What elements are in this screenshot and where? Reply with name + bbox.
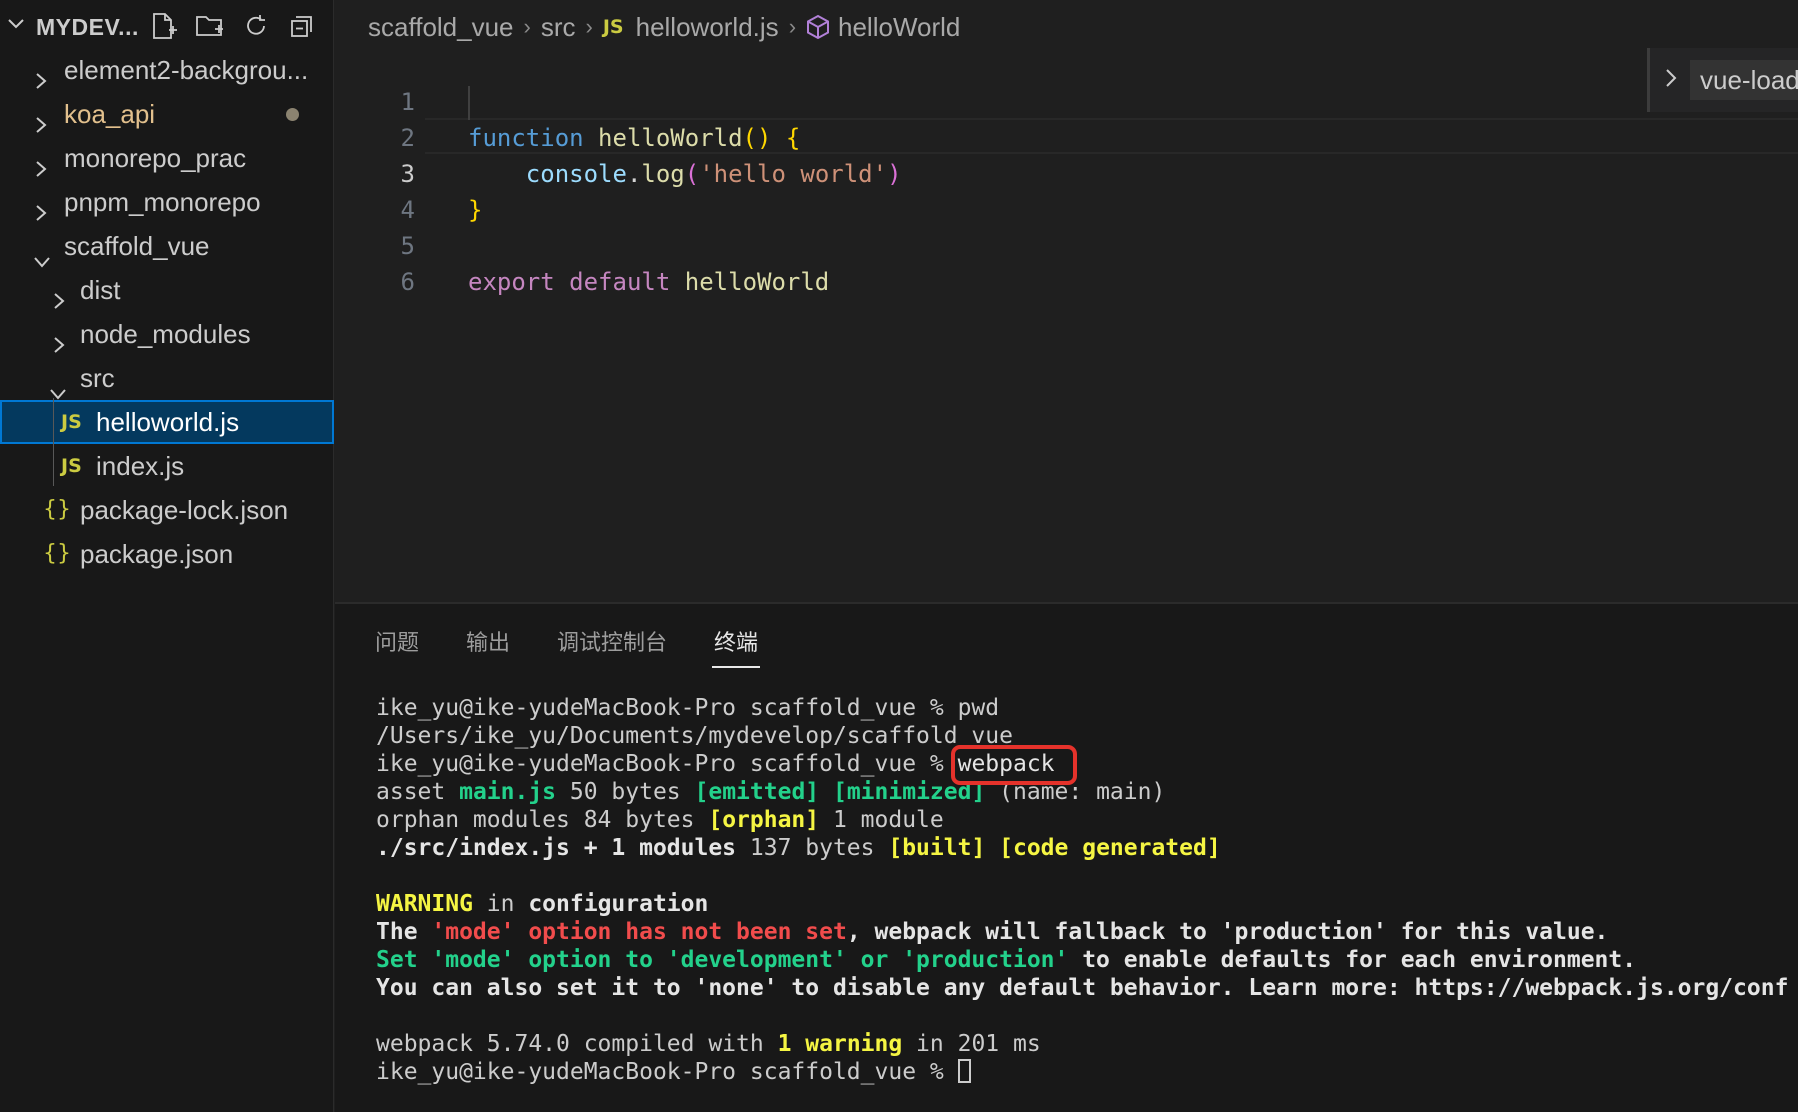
tree-item-koa-api[interactable]: koa_api [0, 92, 334, 136]
tree-item-label: package-lock.json [80, 495, 289, 525]
tab-problems[interactable]: 问题 [375, 626, 419, 668]
tree-item-package-lock-json[interactable]: {} package-lock.json [0, 488, 334, 532]
tree-item-label: node_modules [80, 319, 251, 349]
explorer-sidebar: MYDEV... element2-backgrou... koa_api mo… [0, 0, 334, 1112]
code-line[interactable]: 4 [335, 156, 1798, 224]
js-file-icon: JS [61, 455, 82, 477]
tree-item-index-js[interactable]: JS index.js [0, 444, 334, 488]
chevron-right-icon: › [523, 14, 531, 39]
json-file-icon: {} [43, 541, 71, 566]
terminal-line: /Users/ike_yu/Documents/mydevelop/scaffo… [376, 723, 1013, 749]
json-file-icon: {} [43, 497, 71, 522]
terminal-cursor [957, 1059, 971, 1083]
breadcrumb: scaffold_vue › src › JS helloworld.js › … [368, 8, 960, 46]
tree-item-label: src [80, 363, 115, 393]
tree-item-helloworld-js[interactable]: JS helloworld.js [0, 400, 334, 444]
indent-guide [53, 398, 54, 486]
chevron-right-icon: › [585, 14, 593, 39]
code-line[interactable]: 2 console.log('hello world') [335, 84, 1798, 188]
chevron-right-icon: › [788, 14, 797, 39]
breadcrumb-item[interactable]: scaffold_vue [368, 12, 514, 43]
panel-tabs: 问题 输出 调试控制台 终端 [375, 626, 761, 668]
workspace-title[interactable]: MYDEV... [36, 14, 139, 41]
explorer-header: MYDEV... [0, 0, 334, 52]
code-editor[interactable]: scaffold_vue › src › JS helloworld.js › … [335, 0, 1798, 602]
tree-item-label: index.js [96, 451, 185, 481]
js-file-icon: JS [61, 411, 82, 433]
tree-item-element2-background[interactable]: element2-backgrou... [0, 48, 334, 92]
tab-debug-console[interactable]: 调试控制台 [557, 626, 667, 668]
line-number: 6 [400, 268, 415, 296]
breadcrumb-item[interactable]: helloworld.js [636, 12, 779, 43]
terminal-line: ./src/index.js + 1 modules 137 bytes [bu… [376, 835, 1221, 861]
breadcrumb-item[interactable]: src [541, 12, 576, 43]
terminal-line: orphan modules 84 bytes [orphan] 1 modul… [376, 807, 944, 833]
terminal-line: The 'mode' option has not been set, webp… [376, 919, 1609, 945]
tree-item-pnpm-monorepo[interactable]: pnpm_monorepo [0, 180, 334, 224]
outline-widget[interactable]: vue-load [1647, 48, 1798, 112]
collapse-all-icon[interactable] [286, 10, 318, 42]
explorer-actions [148, 10, 318, 42]
tree-item-label: koa_api [64, 99, 156, 129]
terminal-line: Set 'mode' option to 'development' or 'p… [376, 947, 1637, 973]
new-file-icon[interactable] [148, 10, 180, 42]
terminal-line: ike_yu@ike-yudeMacBook-Pro scaffold_vue … [376, 1058, 971, 1086]
symbol-method-icon [806, 14, 830, 40]
tree-item-package-json[interactable]: {} package.json [0, 532, 334, 576]
chevron-right-icon[interactable] [1664, 66, 1678, 95]
tree-item-scaffold-vue[interactable]: scaffold_vue [0, 224, 334, 268]
tree-item-dist[interactable]: dist [0, 268, 334, 312]
tree-item-node-modules[interactable]: node_modules [0, 312, 334, 356]
code-line[interactable]: 3 } [335, 120, 1798, 224]
js-file-icon: JS [602, 16, 624, 38]
refresh-icon[interactable] [240, 10, 272, 42]
code-line[interactable]: 1 function helloWorld() { [335, 48, 1798, 152]
tree-item-label: monorepo_prac [64, 143, 247, 173]
tree-item-monorepo-prac[interactable]: monorepo_prac [0, 136, 334, 180]
chevron-down-icon[interactable] [6, 14, 26, 39]
tree-item-label: scaffold_vue [64, 231, 210, 261]
tree-item-label: pnpm_monorepo [64, 187, 261, 217]
tab-terminal[interactable]: 终端 [712, 626, 761, 668]
tree-item-label: element2-backgrou... [64, 55, 309, 85]
tree-item-src[interactable]: src [0, 356, 334, 400]
modified-dot-icon [286, 108, 299, 121]
tab-output[interactable]: 输出 [466, 626, 510, 668]
new-folder-icon[interactable] [194, 10, 226, 42]
tree-item-label: helloworld.js [96, 407, 240, 437]
terminal-line: WARNING in configuration [376, 891, 709, 917]
tree-item-label: package.json [80, 539, 234, 569]
terminal-line: You can also set it to 'none' to disable… [376, 975, 1789, 1001]
tree-item-label: dist [80, 275, 121, 305]
code-line[interactable]: 5 export default helloWorld [335, 192, 1798, 296]
highlight-annotation-box [951, 745, 1077, 785]
terminal-line: ike_yu@ike-yudeMacBook-Pro scaffold_vue … [376, 695, 1000, 721]
breadcrumb-item[interactable]: helloWorld [838, 12, 960, 43]
code-line[interactable]: 6 [335, 228, 1798, 296]
code-text: export default helloWorld [468, 268, 830, 296]
outline-label[interactable]: vue-load [1690, 60, 1798, 100]
terminal-line: webpack 5.74.0 compiled with 1 warning i… [376, 1031, 1041, 1057]
